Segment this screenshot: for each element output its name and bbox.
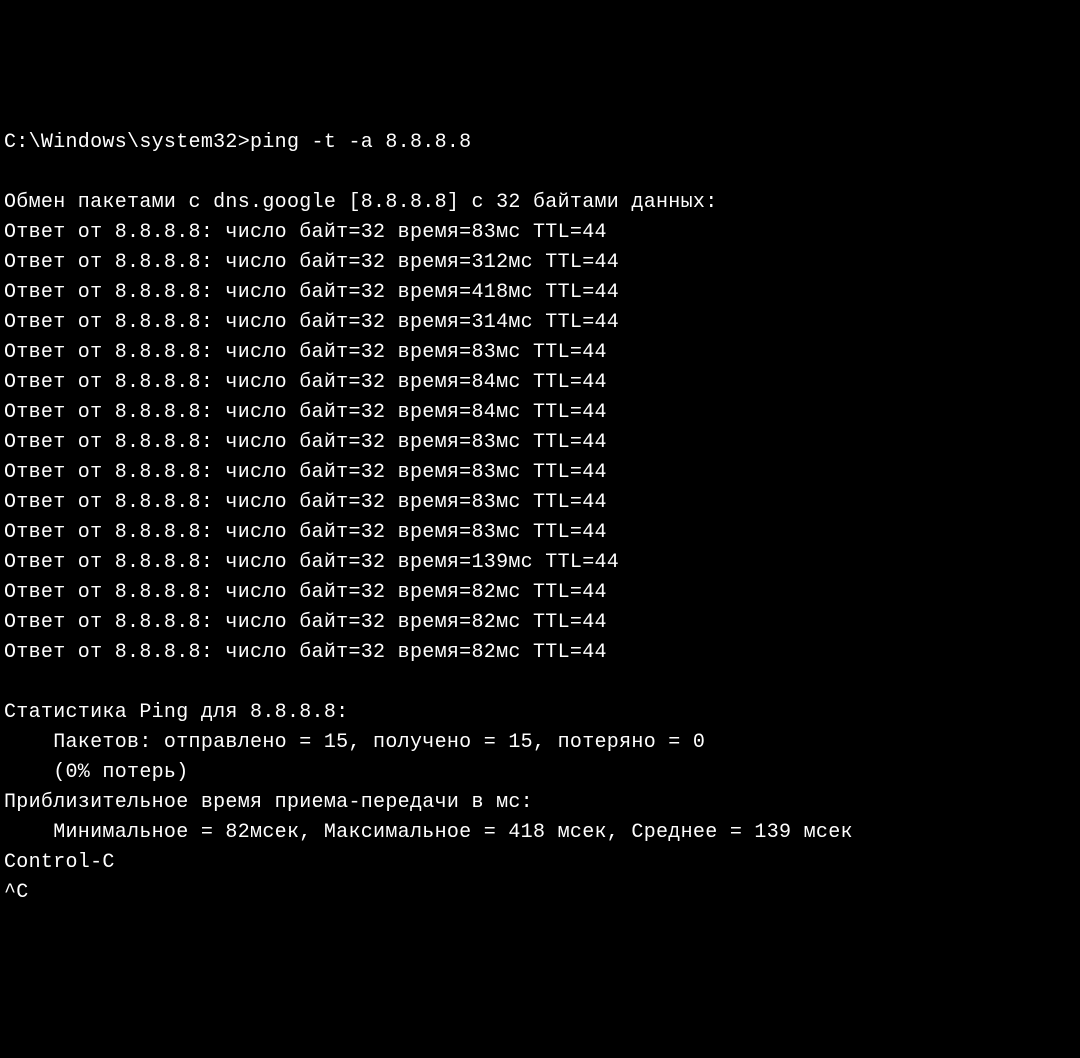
ping-reply: Ответ от 8.8.8.8: число байт=32 время=84… — [4, 398, 1076, 428]
prompt-command: ping -t -a 8.8.8.8 — [250, 131, 471, 154]
ping-reply: Ответ от 8.8.8.8: число байт=32 время=83… — [4, 428, 1076, 458]
stats-header: Статистика Ping для 8.8.8.8: — [4, 698, 1076, 728]
ping-reply: Ответ от 8.8.8.8: число байт=32 время=83… — [4, 338, 1076, 368]
ping-reply: Ответ от 8.8.8.8: число байт=32 время=84… — [4, 368, 1076, 398]
ping-reply: Ответ от 8.8.8.8: число байт=32 время=82… — [4, 638, 1076, 668]
caret-c: ^C — [4, 878, 1076, 908]
command-prompt-line: C:\Windows\system32>ping -t -a 8.8.8.8 — [4, 128, 1076, 158]
ping-reply: Ответ от 8.8.8.8: число байт=32 время=31… — [4, 248, 1076, 278]
blank-line — [4, 668, 1076, 698]
ping-reply: Ответ от 8.8.8.8: число байт=32 время=13… — [4, 548, 1076, 578]
ping-reply: Ответ от 8.8.8.8: число байт=32 время=41… — [4, 278, 1076, 308]
ping-reply: Ответ от 8.8.8.8: число байт=32 время=83… — [4, 488, 1076, 518]
prompt-path: C:\Windows\system32> — [4, 131, 250, 154]
rtt-header: Приблизительное время приема-передачи в … — [4, 788, 1076, 818]
ping-header: Обмен пакетами с dns.google [8.8.8.8] с … — [4, 188, 1076, 218]
ping-reply: Ответ от 8.8.8.8: число байт=32 время=83… — [4, 518, 1076, 548]
stats-loss: (0% потерь) — [4, 758, 1076, 788]
ping-reply: Ответ от 8.8.8.8: число байт=32 время=82… — [4, 608, 1076, 638]
ping-reply: Ответ от 8.8.8.8: число байт=32 время=83… — [4, 458, 1076, 488]
rtt-values: Минимальное = 82мсек, Максимальное = 418… — [4, 818, 1076, 848]
stats-packets: Пакетов: отправлено = 15, получено = 15,… — [4, 728, 1076, 758]
ping-reply: Ответ от 8.8.8.8: число байт=32 время=83… — [4, 218, 1076, 248]
control-c-label: Control-C — [4, 848, 1076, 878]
ping-reply: Ответ от 8.8.8.8: число байт=32 время=82… — [4, 578, 1076, 608]
ping-reply: Ответ от 8.8.8.8: число байт=32 время=31… — [4, 308, 1076, 338]
